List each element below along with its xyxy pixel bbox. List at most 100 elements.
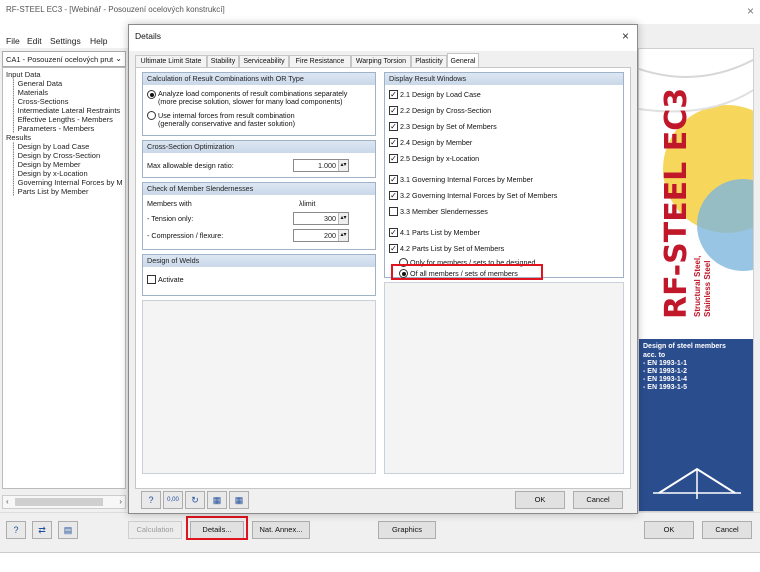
tree-input-data[interactable]: Input Data: [6, 70, 41, 79]
window-title: RF-STEEL EC3 - [Webinář - Posouzení ocel…: [6, 5, 225, 14]
tree-horizontal-scrollbar[interactable]: ‹ ›: [2, 495, 126, 509]
result-combos-header: Calculation of Result Combinations with …: [143, 73, 375, 85]
slenderness-header: Check of Member Slendernesses: [143, 183, 375, 195]
use-internal-forces-radio[interactable]: [147, 111, 156, 120]
info-norm-3: - EN 1993-1-4: [643, 376, 687, 383]
tree-item-design-cross-section[interactable]: ┊ Design by Cross-Section: [11, 151, 100, 160]
cs-optimization-group: Cross-Section Optimization Max allowable…: [142, 140, 376, 178]
help-icon[interactable]: ?: [6, 521, 26, 539]
main-cancel-button[interactable]: Cancel: [702, 521, 752, 539]
label-4-2: 4.2 Parts List by Set of Members: [400, 244, 505, 253]
activate-welds-checkbox[interactable]: [147, 275, 156, 284]
chk-2-3[interactable]: ✓: [389, 122, 398, 131]
decimal-icon[interactable]: 0,00: [163, 491, 183, 509]
chevron-down-icon: ⌄: [115, 54, 122, 63]
label-2-3: 2.3 Design by Set of Members: [400, 122, 497, 131]
spinner-icon[interactable]: ▴▾: [338, 160, 348, 171]
tension-only-label: - Tension only:: [147, 214, 194, 223]
dialog-ok-button[interactable]: OK: [515, 491, 565, 509]
chk-3-3[interactable]: [389, 207, 398, 216]
chk-4-2[interactable]: ✓: [389, 244, 398, 253]
tension-only-input[interactable]: 300 ▴▾: [293, 212, 349, 225]
chk-3-2[interactable]: ✓: [389, 191, 398, 200]
result-combos-group: Calculation of Result Combinations with …: [142, 72, 376, 136]
brand-panel: RF-STEEL EC3 Structural Steel, Stainless…: [638, 48, 754, 512]
menu-file[interactable]: File: [6, 36, 20, 46]
dialog-body: Ultimate Limit State Stability Serviceab…: [129, 51, 637, 513]
info-icon[interactable]: ↻: [185, 491, 205, 509]
display-windows-header: Display Result Windows: [385, 73, 623, 85]
main-bottom-bar: ? ⇄ ▤ Calculation Details... Nat. Annex.…: [0, 512, 760, 546]
window-close-button[interactable]: ×: [747, 4, 754, 18]
details-highlight: [186, 516, 248, 540]
label-3-1: 3.1 Governing Internal Forces by Member: [400, 175, 534, 184]
navigator-tree: Input Data ┊ General Data ┊ Materials ┊ …: [2, 67, 126, 489]
dialog-export-icon[interactable]: ▦: [207, 491, 227, 509]
chk-3-1[interactable]: ✓: [389, 175, 398, 184]
tree-item-parts-list[interactable]: ┊ Parts List by Member: [11, 187, 88, 196]
menu-settings[interactable]: Settings: [50, 36, 81, 46]
calculation-button[interactable]: Calculation: [128, 521, 182, 539]
tree-results[interactable]: Results: [6, 133, 31, 142]
info-norm-1: - EN 1993-1-1: [643, 360, 687, 367]
spinner-icon[interactable]: ▴▾: [338, 230, 348, 241]
status-bar: [0, 552, 760, 572]
export-icon[interactable]: ⇄: [32, 521, 52, 539]
tree-item-materials[interactable]: ┊ Materials: [11, 88, 48, 97]
compression-label: - Compression / flexure:: [147, 231, 224, 240]
compression-value: 200: [324, 231, 336, 240]
tree-item-parameters[interactable]: ┊ Parameters - Members: [11, 124, 94, 133]
chk-4-1[interactable]: ✓: [389, 228, 398, 237]
cs-optimization-header: Cross-Section Optimization: [143, 141, 375, 153]
max-design-ratio-label: Max allowable design ratio:: [147, 161, 234, 170]
menu-edit[interactable]: Edit: [27, 36, 42, 46]
welds-group: Design of Welds Activate: [142, 254, 376, 296]
dialog-import-icon[interactable]: ▦: [229, 491, 249, 509]
chk-2-4[interactable]: ✓: [389, 138, 398, 147]
dialog-close-button[interactable]: ×: [622, 29, 629, 43]
analyze-separately-radio[interactable]: [147, 90, 156, 99]
slenderness-group: Check of Member Slendernesses Members wi…: [142, 182, 376, 250]
label-3-2: 3.2 Governing Internal Forces by Set of …: [400, 191, 558, 200]
label-2-4: 2.4 Design by Member: [400, 138, 473, 147]
max-design-ratio-input[interactable]: 1.000 ▴▾: [293, 159, 349, 172]
spinner-icon[interactable]: ▴▾: [338, 213, 348, 224]
window-titlebar: RF-STEEL EC3 - [Webinář - Posouzení ocel…: [0, 0, 760, 24]
case-select-value: CA1 - Posouzení ocelových prut: [6, 55, 114, 64]
max-design-ratio-value: 1.000: [318, 161, 336, 170]
menu-help[interactable]: Help: [90, 36, 107, 46]
tree-item-lateral-restraints[interactable]: ┊ Intermediate Lateral Restraints: [11, 106, 120, 115]
info-title: Design of steel members: [643, 343, 726, 350]
chk-2-1[interactable]: ✓: [389, 90, 398, 99]
scroll-right-icon[interactable]: ›: [119, 497, 122, 506]
tree-item-general-data[interactable]: ┊ General Data: [11, 79, 62, 88]
display-windows-group: Display Result Windows ✓ 2.1 Design by L…: [384, 72, 624, 278]
brand-footer: [639, 455, 753, 511]
tree-item-cross-sections[interactable]: ┊ Cross-Sections: [11, 97, 68, 106]
label-3-3: 3.3 Member Slendernesses: [400, 207, 488, 216]
compression-input[interactable]: 200 ▴▾: [293, 229, 349, 242]
tree-item-governing-forces[interactable]: ┊ Governing Internal Forces by M: [11, 178, 123, 187]
bridge-icon: [653, 467, 741, 499]
chk-2-2[interactable]: ✓: [389, 106, 398, 115]
tree-item-design-load-case[interactable]: ┊ Design by Load Case: [11, 142, 89, 151]
tree-item-design-member[interactable]: ┊ Design by Member: [11, 160, 81, 169]
case-select[interactable]: CA1 - Posouzení ocelových prut ⌄: [2, 51, 126, 67]
nat-annex-button[interactable]: Nat. Annex...: [252, 521, 310, 539]
tree-item-effective-lengths[interactable]: ┊ Effective Lengths - Members: [11, 115, 113, 124]
info-norm-2: - EN 1993-1-2: [643, 368, 687, 375]
general-tab-pane: Calculation of Result Combinations with …: [135, 67, 631, 489]
import-icon[interactable]: ▤: [58, 521, 78, 539]
brand-info-box: Design of steel members acc. to - EN 199…: [639, 339, 753, 455]
lambda-limit-label: λlimit: [299, 199, 316, 208]
scroll-left-icon[interactable]: ‹: [6, 497, 9, 506]
members-with-label: Members with: [147, 199, 192, 208]
brand-subtitle-2: Stainless Steel: [703, 260, 712, 317]
tree-item-design-x-location[interactable]: ┊ Design by x-Location: [11, 169, 88, 178]
graphics-button[interactable]: Graphics: [378, 521, 436, 539]
dialog-help-icon[interactable]: ?: [141, 491, 161, 509]
scrollbar-thumb[interactable]: [15, 498, 103, 506]
main-ok-button[interactable]: OK: [644, 521, 694, 539]
chk-2-5[interactable]: ✓: [389, 154, 398, 163]
dialog-cancel-button[interactable]: Cancel: [573, 491, 623, 509]
